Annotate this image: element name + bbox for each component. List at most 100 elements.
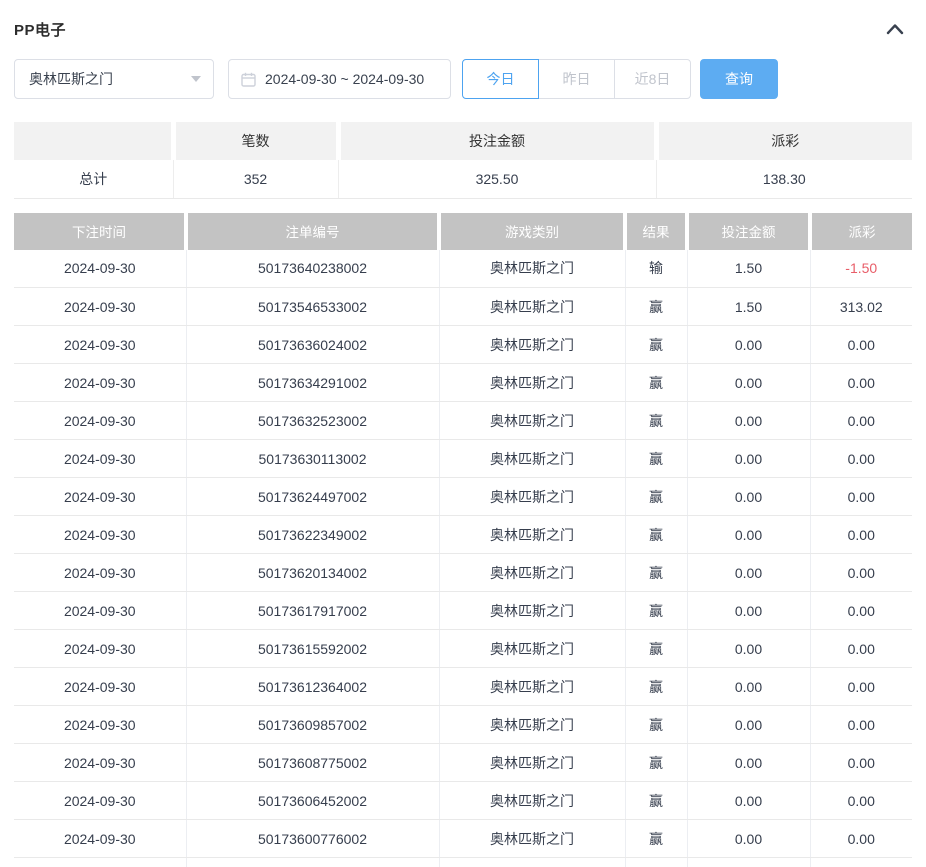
col-header-bet-time: 下注时间 — [14, 213, 186, 250]
summary-header-count: 笔数 — [173, 122, 338, 160]
quick-button-last8days[interactable]: 近8日 — [614, 59, 691, 99]
cell-bet-amount: 0.00 — [687, 440, 810, 478]
cell-game-category: 奥林匹斯之门 — [439, 706, 625, 744]
cell-game-category: 奥林匹斯之门 — [439, 744, 625, 782]
cell-game-category: 奥林匹斯之门 — [439, 288, 625, 326]
search-button[interactable]: 查询 — [700, 59, 778, 99]
col-header-game-category: 游戏类别 — [439, 213, 625, 250]
col-header-order-no: 注单编号 — [186, 213, 439, 250]
summary-header-payout: 派彩 — [656, 122, 912, 160]
summary-table: 笔数 投注金额 派彩 总计 352 325.50 138.30 — [14, 122, 912, 199]
table-row: 2024-09-30 50173632523002 奥林匹斯之门 赢 0.00 … — [14, 402, 912, 440]
table-row: 2024-09-30 50173640238002 奥林匹斯之门 输 1.50 … — [14, 250, 912, 288]
game-select-value: 奥林匹斯之门 — [29, 69, 113, 89]
cell-bet-time: 2024-09-30 — [14, 326, 186, 364]
cell-game-category: 奥林匹斯之门 — [439, 250, 625, 288]
cell-bet-time: 2024-09-30 — [14, 364, 186, 402]
cell-game-category: 奥林匹斯之门 — [439, 402, 625, 440]
cell-bet-amount: 0.00 — [687, 364, 810, 402]
cell-result: 赢 — [625, 630, 687, 668]
cell-payout: 0.00 — [810, 364, 912, 402]
calendar-icon — [241, 72, 256, 87]
cell-bet-time: 2024-09-30 — [14, 706, 186, 744]
cell-result: 输 — [625, 250, 687, 288]
cell-game-category: 奥林匹斯之门 — [439, 630, 625, 668]
col-header-bet-amount: 投注金额 — [687, 213, 810, 250]
cell-order-no: 50173620134002 — [186, 554, 439, 592]
cell-result: 赢 — [625, 516, 687, 554]
cell-order-no: 50173636024002 — [186, 326, 439, 364]
cell-payout: 313.02 — [810, 288, 912, 326]
cell-bet-time: 2024-09-30 — [14, 782, 186, 820]
cell-result: 赢 — [625, 744, 687, 782]
cell-order-no: 50173622349002 — [186, 516, 439, 554]
cell-order-no: 50173606452002 — [186, 782, 439, 820]
cell-result: 赢 — [625, 402, 687, 440]
cell-bet-time: 2024-09-30 — [14, 744, 186, 782]
cell-order-no: 50173632523002 — [186, 402, 439, 440]
cell-bet-time: 2024-09-30 — [14, 440, 186, 478]
summary-header-row: 笔数 投注金额 派彩 — [14, 122, 912, 160]
cell-payout: 0.00 — [810, 326, 912, 364]
cell-bet-amount: 0.00 — [687, 402, 810, 440]
table-row: 2024-09-30 50173546533002 奥林匹斯之门 赢 1.50 … — [14, 288, 912, 326]
cell-game-category: 奥林匹斯之门 — [439, 326, 625, 364]
summary-total-payout: 138.30 — [656, 160, 912, 198]
cell-bet-amount: 0.00 — [687, 782, 810, 820]
cell-order-no: 50173612364002 — [186, 668, 439, 706]
cell-game-category: 奥林匹斯之门 — [439, 554, 625, 592]
cell-payout: 0.00 — [810, 592, 912, 630]
cell-bet-amount: 0.00 — [687, 326, 810, 364]
collapse-panel-button[interactable] — [880, 19, 910, 39]
cell-game-category: 奥林匹斯之门 — [439, 516, 625, 554]
summary-total-bet-amount: 325.50 — [338, 160, 656, 198]
pp-electronics-panel: PP电子 奥林匹斯之门 2024-09-30 ~ 2024-09-30 — [0, 0, 926, 867]
cell-game-category: 奥林匹斯之门 — [439, 440, 625, 478]
date-range-input[interactable]: 2024-09-30 ~ 2024-09-30 — [228, 59, 451, 99]
cell-bet-time: 2024-09-30 — [14, 250, 186, 288]
cell-game-category: 奥林匹斯之门 — [439, 364, 625, 402]
page-title: PP电子 — [14, 19, 66, 40]
cell-bet-time: 2024-09-30 — [14, 516, 186, 554]
bet-records-table: 下注时间 注单编号 游戏类别 结果 投注金额 派彩 2024-09-30 501… — [14, 213, 912, 867]
cell-bet-amount: 0.00 — [687, 592, 810, 630]
panel-header: PP电子 — [14, 0, 912, 40]
summary-header-empty — [14, 122, 173, 160]
cell-payout: 0.00 — [810, 744, 912, 782]
table-row: 2024-09-30 50173612364002 奥林匹斯之门 赢 0.00 … — [14, 668, 912, 706]
cell-result: 赢 — [625, 668, 687, 706]
chevron-up-icon — [884, 21, 906, 37]
filter-bar: 奥林匹斯之门 2024-09-30 ~ 2024-09-30 今日 昨日 近8日… — [14, 59, 912, 99]
cell-bet-amount: 0.00 — [687, 516, 810, 554]
cell-bet-time: 2024-09-30 — [14, 630, 186, 668]
cell-payout: 0.00 — [810, 554, 912, 592]
summary-total-row: 总计 352 325.50 138.30 — [14, 160, 912, 198]
cell-payout: 0.00 — [810, 516, 912, 554]
table-row: 2024-09-30 50173634291002 奥林匹斯之门 赢 0.00 … — [14, 364, 912, 402]
records-header-row: 下注时间 注单编号 游戏类别 结果 投注金额 派彩 — [14, 213, 912, 250]
cell-order-no: 50173624497002 — [186, 478, 439, 516]
cell-result: 赢 — [625, 326, 687, 364]
cell-payout: -1.50 — [810, 250, 912, 288]
cell-bet-amount: 0.00 — [687, 820, 810, 858]
summary-total-count: 352 — [173, 160, 338, 198]
cell-bet-amount: 0.00 — [687, 706, 810, 744]
date-range-value: 2024-09-30 ~ 2024-09-30 — [265, 71, 424, 87]
cell-result: 赢 — [625, 782, 687, 820]
cell-bet-amount: 1.50 — [687, 288, 810, 326]
quick-button-yesterday[interactable]: 昨日 — [538, 59, 615, 99]
cell-game-category: 奥林匹斯之门 — [439, 668, 625, 706]
quick-button-today[interactable]: 今日 — [462, 59, 539, 99]
summary-header-bet-amount: 投注金额 — [338, 122, 656, 160]
game-select[interactable]: 奥林匹斯之门 — [14, 59, 214, 99]
chevron-down-icon — [191, 76, 201, 82]
cell-order-no: 50173608775002 — [186, 744, 439, 782]
cell-payout: 0.00 — [810, 402, 912, 440]
table-row: 2024-09-30 50173630113002 奥林匹斯之门 赢 0.00 … — [14, 440, 912, 478]
table-row: 2024-09-30 50173624497002 奥林匹斯之门 赢 0.00 … — [14, 478, 912, 516]
cell-bet-amount: 0.00 — [687, 554, 810, 592]
cell-bet-time: 2024-09-30 — [14, 288, 186, 326]
cell-order-no: 50173609857002 — [186, 706, 439, 744]
cell-result: 赢 — [625, 364, 687, 402]
cell-result: 赢 — [625, 554, 687, 592]
